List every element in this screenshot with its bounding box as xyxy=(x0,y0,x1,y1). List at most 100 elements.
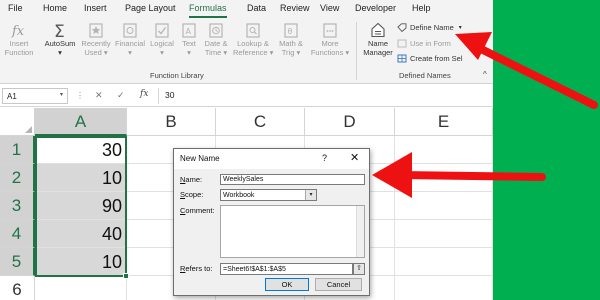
ribbon: fx Insert Function Σ AutoSum ▾ Recently xyxy=(0,18,493,84)
green-background xyxy=(493,0,600,300)
svg-text:θ: θ xyxy=(288,27,293,36)
cell-e3[interactable] xyxy=(395,192,493,220)
name-manager-button[interactable]: Name Manager xyxy=(361,22,395,57)
enter-entry-icon[interactable]: ✓ xyxy=(117,90,125,101)
cell-a2[interactable]: 10 xyxy=(35,164,127,192)
tab-data[interactable]: Data xyxy=(247,3,266,13)
text-button[interactable]: A Text ▾ xyxy=(178,22,200,57)
comment-textarea[interactable] xyxy=(220,205,365,258)
insert-function-button[interactable]: fx Insert Function xyxy=(4,22,34,57)
more-functions-button[interactable]: More Functions ▾ xyxy=(310,22,350,57)
formula-bar: A1 ▾ ⋮ ✕ ✓ fx 30 xyxy=(0,85,493,107)
create-from-selection-button[interactable]: Create from Sel xyxy=(397,54,463,63)
math-trig-button[interactable]: θ Math & Trig ▾ xyxy=(276,22,306,57)
row-header-1[interactable]: 1 xyxy=(0,136,35,164)
comment-field-label: Comment: xyxy=(180,206,215,215)
cell-a1[interactable]: 30 xyxy=(35,136,127,164)
define-name-dropdown-arrow[interactable]: ▾ xyxy=(459,24,462,31)
cell-a3[interactable]: 90 xyxy=(35,192,127,220)
text-book-icon: A xyxy=(182,23,196,38)
cell-a6[interactable] xyxy=(35,276,127,300)
financial-dropdown: ▾ xyxy=(128,47,132,57)
row-header-5[interactable]: 5 xyxy=(0,248,35,276)
tab-review[interactable]: Review xyxy=(280,3,310,13)
formula-input[interactable]: 30 xyxy=(165,90,174,100)
more-functions-book-icon xyxy=(323,23,337,38)
autosum-button[interactable]: Σ AutoSum ▾ xyxy=(44,22,76,57)
date-time-button[interactable]: Date & Time ▾ xyxy=(202,22,230,57)
dialog-titlebar[interactable]: New Name ? ✕ xyxy=(174,149,369,169)
fill-handle[interactable] xyxy=(123,273,129,279)
refers-label-text: efers to: xyxy=(185,264,213,273)
name-input[interactable]: WeeklySales xyxy=(220,174,365,185)
financial-book-icon xyxy=(123,23,137,38)
logical-button[interactable]: Logical ▾ xyxy=(147,22,177,57)
scope-select-value: Workbook xyxy=(223,192,255,199)
column-header-b[interactable]: B xyxy=(127,108,216,136)
lookup-reference-button[interactable]: Lookup & Reference ▾ xyxy=(233,22,273,57)
formula-bar-grip[interactable]: ⋮ xyxy=(76,91,84,100)
chevron-down-icon[interactable]: ▾ xyxy=(305,190,316,200)
refers-to-label: Refers to: xyxy=(180,264,213,273)
column-header-c[interactable]: C xyxy=(216,108,305,136)
refers-to-input[interactable]: =Sheet6!$A$1:$A$5 xyxy=(220,263,353,275)
ok-button[interactable]: OK xyxy=(265,278,309,291)
row-header-4[interactable]: 4 xyxy=(0,220,35,248)
cell-e5[interactable] xyxy=(395,248,493,276)
tab-developer[interactable]: Developer xyxy=(355,3,396,13)
collapse-ribbon-chevron[interactable]: ^ xyxy=(483,70,487,79)
screenshot-root: File Home Insert Page Layout Formulas Da… xyxy=(0,0,600,300)
cancel-button[interactable]: Cancel xyxy=(315,278,362,291)
column-header-a[interactable]: A xyxy=(35,108,127,136)
recently-used-label-2: Used ▾ xyxy=(84,47,108,57)
name-box[interactable]: A1 xyxy=(2,88,68,104)
lookup-reference-label-2: Reference ▾ xyxy=(233,47,274,57)
financial-button[interactable]: Financial ▾ xyxy=(114,22,146,57)
cell-e2[interactable] xyxy=(395,164,493,192)
cell-e1[interactable] xyxy=(395,136,493,164)
tab-file[interactable]: File xyxy=(8,3,23,13)
insert-function-icon[interactable]: fx xyxy=(140,89,148,99)
tab-view[interactable]: View xyxy=(320,3,339,13)
cancel-entry-icon[interactable]: ✕ xyxy=(95,90,103,101)
fx-icon: fx xyxy=(11,24,25,38)
insert-function-label-2: Function xyxy=(4,47,34,57)
select-all-button[interactable] xyxy=(0,108,35,136)
tab-help[interactable]: Help xyxy=(412,3,431,13)
recently-used-button[interactable]: Recently Used ▾ xyxy=(80,22,112,57)
use-in-formula-button[interactable]: Use in Form xyxy=(397,39,451,48)
column-header-e[interactable]: E xyxy=(395,108,493,136)
text-dropdown: ▾ xyxy=(187,47,191,57)
name-manager-icon xyxy=(371,22,385,38)
tab-home[interactable]: Home xyxy=(43,3,67,13)
cell-e6[interactable] xyxy=(395,276,493,300)
collapse-dialog-icon[interactable]: ⇧ xyxy=(353,263,365,275)
comment-scrollbar[interactable] xyxy=(356,206,364,257)
row-header-3[interactable]: 3 xyxy=(0,192,35,220)
tab-insert[interactable]: Insert xyxy=(84,3,107,13)
create-from-selection-label: Create from Sel xyxy=(410,54,463,63)
row-header-2[interactable]: 2 xyxy=(0,164,35,192)
defined-names-group-label: Defined Names xyxy=(399,71,451,80)
svg-text:fx: fx xyxy=(11,24,25,38)
tab-formulas[interactable]: Formulas xyxy=(189,3,227,13)
sigma-icon: Σ xyxy=(54,22,65,38)
more-functions-label-2: Functions ▾ xyxy=(310,47,350,57)
cell-a5[interactable]: 10 xyxy=(35,248,127,276)
dialog-title: New Name xyxy=(180,154,220,163)
cell-e4[interactable] xyxy=(395,220,493,248)
help-icon[interactable]: ? xyxy=(322,153,327,163)
row-header-6[interactable]: 6 xyxy=(0,276,35,300)
cell-a4[interactable]: 40 xyxy=(35,220,127,248)
column-header-d[interactable]: D xyxy=(305,108,395,136)
scope-select[interactable]: Workbook ▾ xyxy=(220,189,317,201)
math-trig-label-2: Trig ▾ xyxy=(281,47,301,57)
name-manager-label-2: Manager xyxy=(363,47,393,57)
name-box-dropdown-arrow[interactable]: ▾ xyxy=(60,91,63,98)
define-name-button[interactable]: Define Name ▾ xyxy=(397,23,462,32)
close-icon[interactable]: ✕ xyxy=(350,151,359,164)
formula-bar-divider xyxy=(158,88,159,104)
use-in-formula-icon xyxy=(397,39,407,48)
tab-page-layout[interactable]: Page Layout xyxy=(125,3,176,13)
ribbon-group-divider xyxy=(356,22,357,80)
